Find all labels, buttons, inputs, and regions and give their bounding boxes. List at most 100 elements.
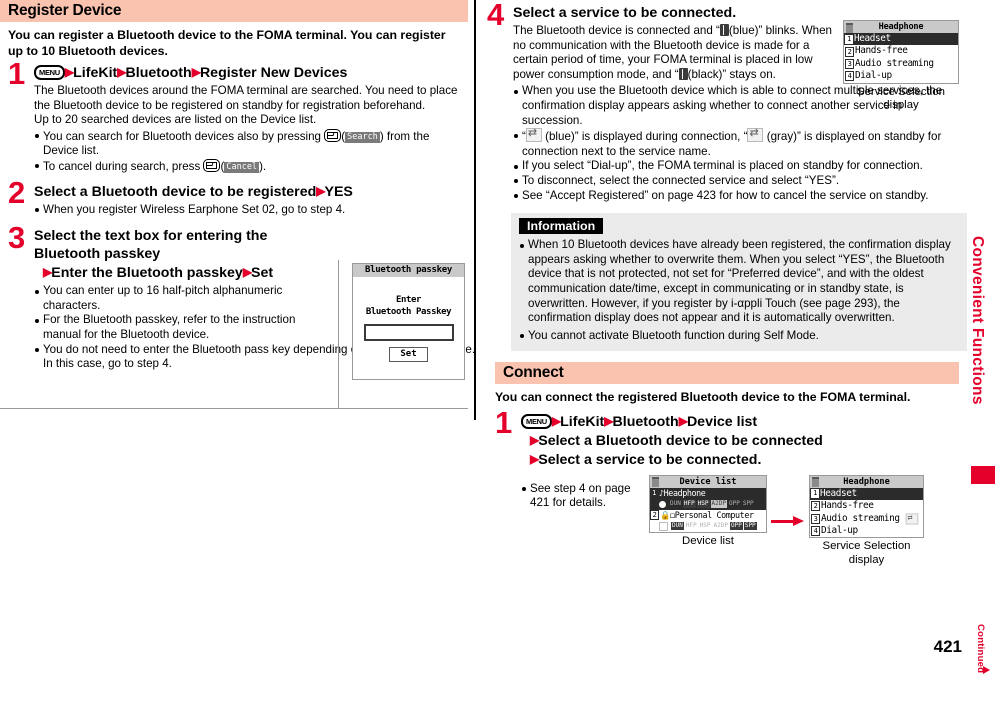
device-name: Personal Computer: [674, 509, 754, 520]
device-list-title-text: Device list: [679, 476, 737, 487]
service-row[interactable]: 3 Audio streaming: [844, 58, 958, 70]
device-list-screenshot: Device list 1 ♪ Headphone DUN HFP HSP A2DP OPP…: [649, 474, 767, 533]
profile-hfp: HFP: [685, 522, 697, 530]
connect-step-title: MENU ▶LifeKit▶Bluetooth▶Device list ▶Sele…: [521, 412, 949, 469]
top-service-title-text: Headphone: [878, 22, 924, 32]
service-blue-icon: [525, 126, 542, 143]
connect-figure-row: See step 4 on page 421 for details. Devi…: [521, 474, 949, 568]
passkey-input[interactable]: [363, 324, 454, 341]
side-tab-convenient-functions: Convenient Functions: [969, 236, 986, 405]
service-row[interactable]: 1 Headset: [810, 487, 923, 501]
service-row[interactable]: 3 Audio streaming: [810, 512, 923, 525]
profile-hsp: HSP: [696, 500, 710, 509]
profile-spp: SPP: [742, 500, 754, 508]
profile-dun: DUN: [670, 500, 681, 508]
step-4-bullet-3: To disconnect, select the connected serv…: [513, 174, 965, 189]
step-1-part-2: Bluetooth: [125, 65, 192, 81]
device-list-row[interactable]: 1 ♪ Headphone: [650, 487, 766, 499]
top-service-title: Headphone: [844, 21, 958, 33]
softkey-cancel: Cancel: [224, 161, 260, 173]
mail-key-icon: [203, 158, 221, 172]
step-number: 1: [8, 56, 25, 91]
section-header-register-device: Register Device: [0, 0, 468, 22]
row-number: 3: [845, 58, 854, 69]
step-4-body: The Bluetooth device is connected and “ (…: [513, 24, 843, 82]
row-number: 4: [845, 71, 854, 82]
step-4-bullet-4: See “Accept Registered” on page 423 for …: [513, 189, 965, 204]
service-selection-caption: Service Selection display: [809, 540, 924, 567]
step-3-bullets: You can enter up to 16 half-pitch alphan…: [34, 284, 475, 372]
lock-small-icon: 🔒: [660, 509, 671, 520]
row-number: 2: [650, 510, 659, 521]
caption-line-1: Service Selection: [822, 540, 911, 553]
service-name: Hands-free: [855, 45, 908, 57]
section-header-connect: Connect: [495, 362, 959, 385]
step-1-para-1: The Bluetooth devices around the FOMA te…: [34, 84, 458, 112]
profile-a2dp: A2DP: [713, 522, 728, 530]
side-tab-marker: [971, 466, 995, 484]
page-number: 421: [933, 637, 962, 656]
lock-icon: [812, 477, 819, 488]
device-list-figure: Device list 1 ♪ Headphone DUN HFP HSP A2DP OPP…: [649, 474, 767, 549]
row-number: 4: [811, 526, 820, 537]
information-items: When 10 Bluetooth devices have already b…: [519, 238, 959, 343]
device-list-screenshot-title: Device list: [650, 475, 766, 488]
step-4-para: The Bluetooth device is connected and “ (…: [513, 24, 843, 82]
step-2-body: When you register Wireless Earphone Set …: [34, 203, 460, 218]
connect-lead-text: You can connect the registered Bluetooth…: [495, 390, 911, 405]
row-number: 2: [811, 501, 820, 512]
service-row[interactable]: 2 Hands-free: [844, 45, 958, 57]
step-number: 2: [8, 174, 25, 210]
step-1-bullet-1: You can search for Bluetooth devices als…: [34, 128, 460, 159]
profile-opp: OPP: [728, 500, 740, 508]
service-row[interactable]: 4 Dial-up: [810, 525, 923, 537]
lock-icon: [846, 22, 853, 33]
service-name: Dial-up: [821, 524, 858, 536]
step-3-line-3b: Set: [251, 265, 274, 282]
left-column-rule: [0, 408, 468, 409]
left-column: Register Device You can register a Bluet…: [0, 0, 475, 701]
menu-key-icon: MENU: [34, 65, 65, 80]
service-name: Dial-up: [855, 70, 892, 82]
icon-bullet-mid: (blue)” is displayed during connection, …: [545, 130, 748, 144]
profile-dun: DUN: [671, 522, 684, 531]
device-list-profiles: DUN HFP HSP A2DP OPP SPP: [650, 498, 766, 510]
device-list-row[interactable]: 2 🔒 ◻ Personal Computer: [650, 510, 766, 521]
step-3-title: Select the text box for entering the Blu…: [34, 228, 274, 282]
step-3-bullet-2: For the Bluetooth passkey, refer to the …: [34, 313, 334, 342]
profile-hsp: HSP: [699, 522, 711, 530]
service-row[interactable]: 1 Headset: [844, 33, 958, 46]
connect-part-2: Bluetooth: [612, 413, 679, 430]
passkey-prompt-line1: Enter: [395, 295, 422, 305]
step-number: 3: [8, 220, 25, 256]
profile-opp: OPP: [729, 522, 743, 531]
step-4-pre: The Bluetooth device is connected and “: [513, 24, 720, 37]
step-1-bullet-2: To cancel during search, press (Cancel).: [34, 158, 460, 175]
bullet-2-post: ).: [259, 159, 267, 173]
connect-bullets: See step 4 on page 421 for details.: [521, 482, 649, 511]
service-selection-screenshot: Headphone 1 Headset 2 Hands-free 3 Audio st…: [809, 474, 924, 539]
connect-part-3: Device list: [686, 413, 758, 430]
connect-step-note: See step 4 on page 421 for details.: [521, 475, 649, 511]
service-row[interactable]: 2 Hands-free: [810, 500, 923, 512]
menu-key-icon: MENU: [521, 413, 552, 429]
top-service-screenshot: Headphone 1 Headset 2 Hands-free 3 Audio st…: [843, 20, 959, 84]
radio-icon: [659, 500, 666, 508]
service-name: Audio streaming: [855, 57, 934, 69]
caption-line-2: display: [848, 553, 885, 566]
step-2-title: Select a Bluetooth device to be register…: [34, 183, 353, 200]
step-3-line-1: Select the text box for entering the: [34, 228, 268, 245]
service-selection-figure: Headphone 1 Headset 2 Hands-free 3 Audio st…: [809, 474, 924, 568]
passkey-prompt: Enter Bluetooth Passkey: [366, 294, 452, 318]
top-service-selection-figure: Headphone 1 Headset 2 Hands-free 3 Audio st…: [843, 20, 959, 113]
step-1: 1 MENU ▶LifeKit▶Bluetooth▶Register New De…: [8, 58, 460, 175]
lock-icon: [652, 477, 659, 488]
service-row[interactable]: 4 Dial-up: [844, 70, 958, 82]
step-2-main: Select a Bluetooth device to be register…: [34, 183, 317, 200]
step-4-mid2: (black)” stays on.: [687, 67, 776, 81]
device-list-caption: Device list: [682, 534, 734, 547]
connect-section-title: Connect: [503, 364, 564, 382]
passkey-set-button[interactable]: Set: [389, 347, 428, 362]
bluetooth-blue-icon: [719, 24, 729, 36]
bluetooth-black-icon: [678, 67, 688, 80]
